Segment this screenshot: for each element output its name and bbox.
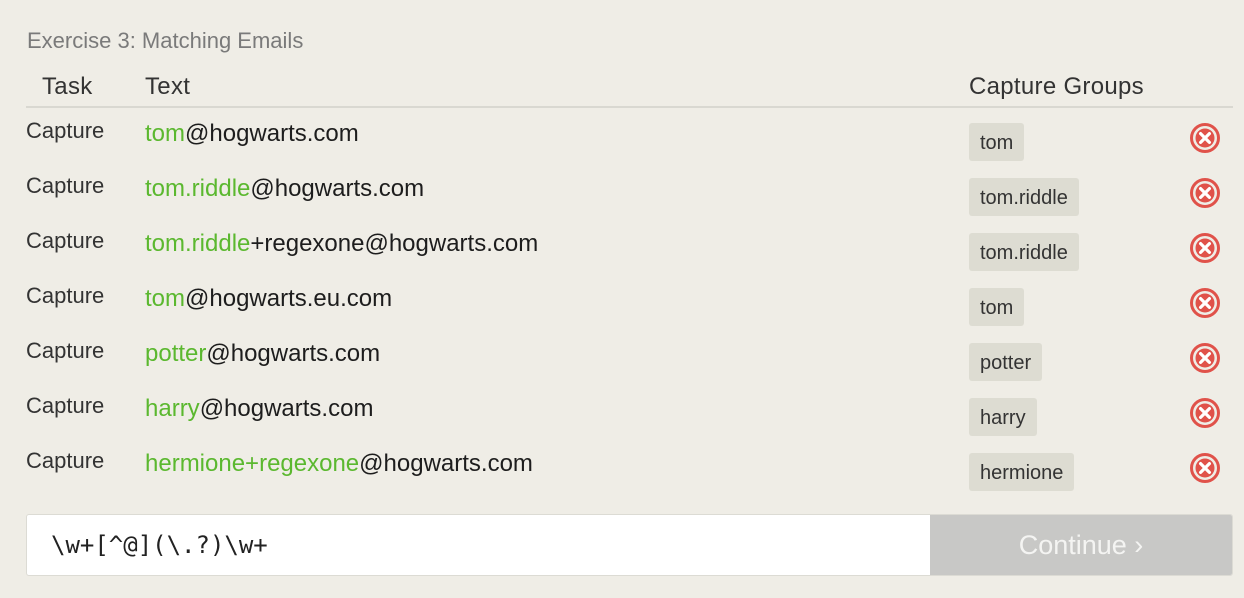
test-string: tom@hogwarts.eu.com bbox=[145, 285, 392, 313]
capture-group-badge: harry bbox=[969, 398, 1037, 436]
answer-bar: Continue › bbox=[26, 514, 1233, 576]
test-string: tom.riddle+regexone@hogwarts.com bbox=[145, 230, 538, 258]
capture-group-badge: tom.riddle bbox=[969, 233, 1079, 271]
task-label: Capture bbox=[26, 118, 105, 143]
error-x-icon bbox=[1190, 398, 1220, 428]
error-x-icon bbox=[1190, 288, 1220, 318]
unmatched-text: @hogwarts.com bbox=[185, 120, 359, 147]
matched-text: tom bbox=[145, 120, 186, 147]
capture-group-badge: hermione bbox=[969, 453, 1075, 491]
table-row: Capture harry@hogwarts.com harry bbox=[26, 389, 1233, 444]
error-x-icon bbox=[1190, 233, 1220, 263]
task-label: Capture bbox=[26, 448, 105, 473]
error-x-icon bbox=[1190, 178, 1220, 208]
table-row: Capture tom@hogwarts.eu.com tom bbox=[26, 279, 1233, 334]
matched-text: hermione+regexone bbox=[145, 450, 360, 477]
header-capture-groups: Capture Groups bbox=[969, 73, 1144, 100]
unmatched-text: +regexone@hogwarts.com bbox=[250, 230, 539, 257]
capture-group-badge: tom bbox=[969, 288, 1025, 326]
unmatched-text: @hogwarts.com bbox=[250, 175, 425, 202]
test-string: harry@hogwarts.com bbox=[145, 395, 373, 423]
regex-input[interactable] bbox=[27, 515, 931, 575]
table-row: Capture potter@hogwarts.com potter bbox=[26, 334, 1233, 389]
matched-text: harry bbox=[145, 395, 200, 422]
header-task: Task bbox=[42, 73, 93, 100]
capture-group-badge: tom bbox=[969, 123, 1025, 161]
header-text: Text bbox=[145, 73, 191, 100]
error-x-icon bbox=[1190, 453, 1220, 483]
task-label: Capture bbox=[26, 173, 105, 198]
error-x-icon bbox=[1190, 343, 1220, 373]
matched-text: tom.riddle bbox=[145, 230, 251, 257]
unmatched-text: @hogwarts.com bbox=[206, 340, 381, 367]
test-string: hermione+regexone@hogwarts.com bbox=[145, 450, 533, 478]
unmatched-text: @hogwarts.com bbox=[199, 395, 374, 422]
test-string: potter@hogwarts.com bbox=[145, 340, 380, 368]
matched-text: potter bbox=[145, 340, 207, 367]
error-x-icon bbox=[1190, 123, 1220, 153]
task-label: Capture bbox=[26, 338, 105, 363]
table-row: Capture hermione+regexone@hogwarts.com her… bbox=[26, 444, 1233, 499]
unmatched-text: @hogwarts.eu.com bbox=[185, 285, 393, 312]
table-row: Capture tom@hogwarts.com tom bbox=[26, 114, 1233, 169]
task-label: Capture bbox=[26, 393, 105, 418]
task-label: Capture bbox=[26, 228, 105, 253]
capture-group-badge: potter bbox=[969, 343, 1043, 381]
capture-group-badge: tom.riddle bbox=[969, 178, 1079, 216]
table-row: Capture tom.riddle+regexone@hogwarts.com t… bbox=[26, 224, 1233, 279]
task-label: Capture bbox=[26, 283, 105, 308]
unmatched-text: @hogwarts.com bbox=[359, 450, 533, 477]
table-row: Capture tom.riddle@hogwarts.com tom.riddle bbox=[26, 169, 1233, 224]
table-header: Task Text Capture Groups bbox=[26, 70, 1233, 108]
test-string: tom.riddle@hogwarts.com bbox=[145, 175, 424, 203]
test-string: tom@hogwarts.com bbox=[145, 120, 359, 148]
continue-button[interactable]: Continue › bbox=[930, 515, 1232, 575]
matched-text: tom.riddle bbox=[145, 175, 251, 202]
exercise-title: Exercise 3: Matching Emails bbox=[27, 28, 304, 53]
matched-text: tom bbox=[145, 285, 186, 312]
